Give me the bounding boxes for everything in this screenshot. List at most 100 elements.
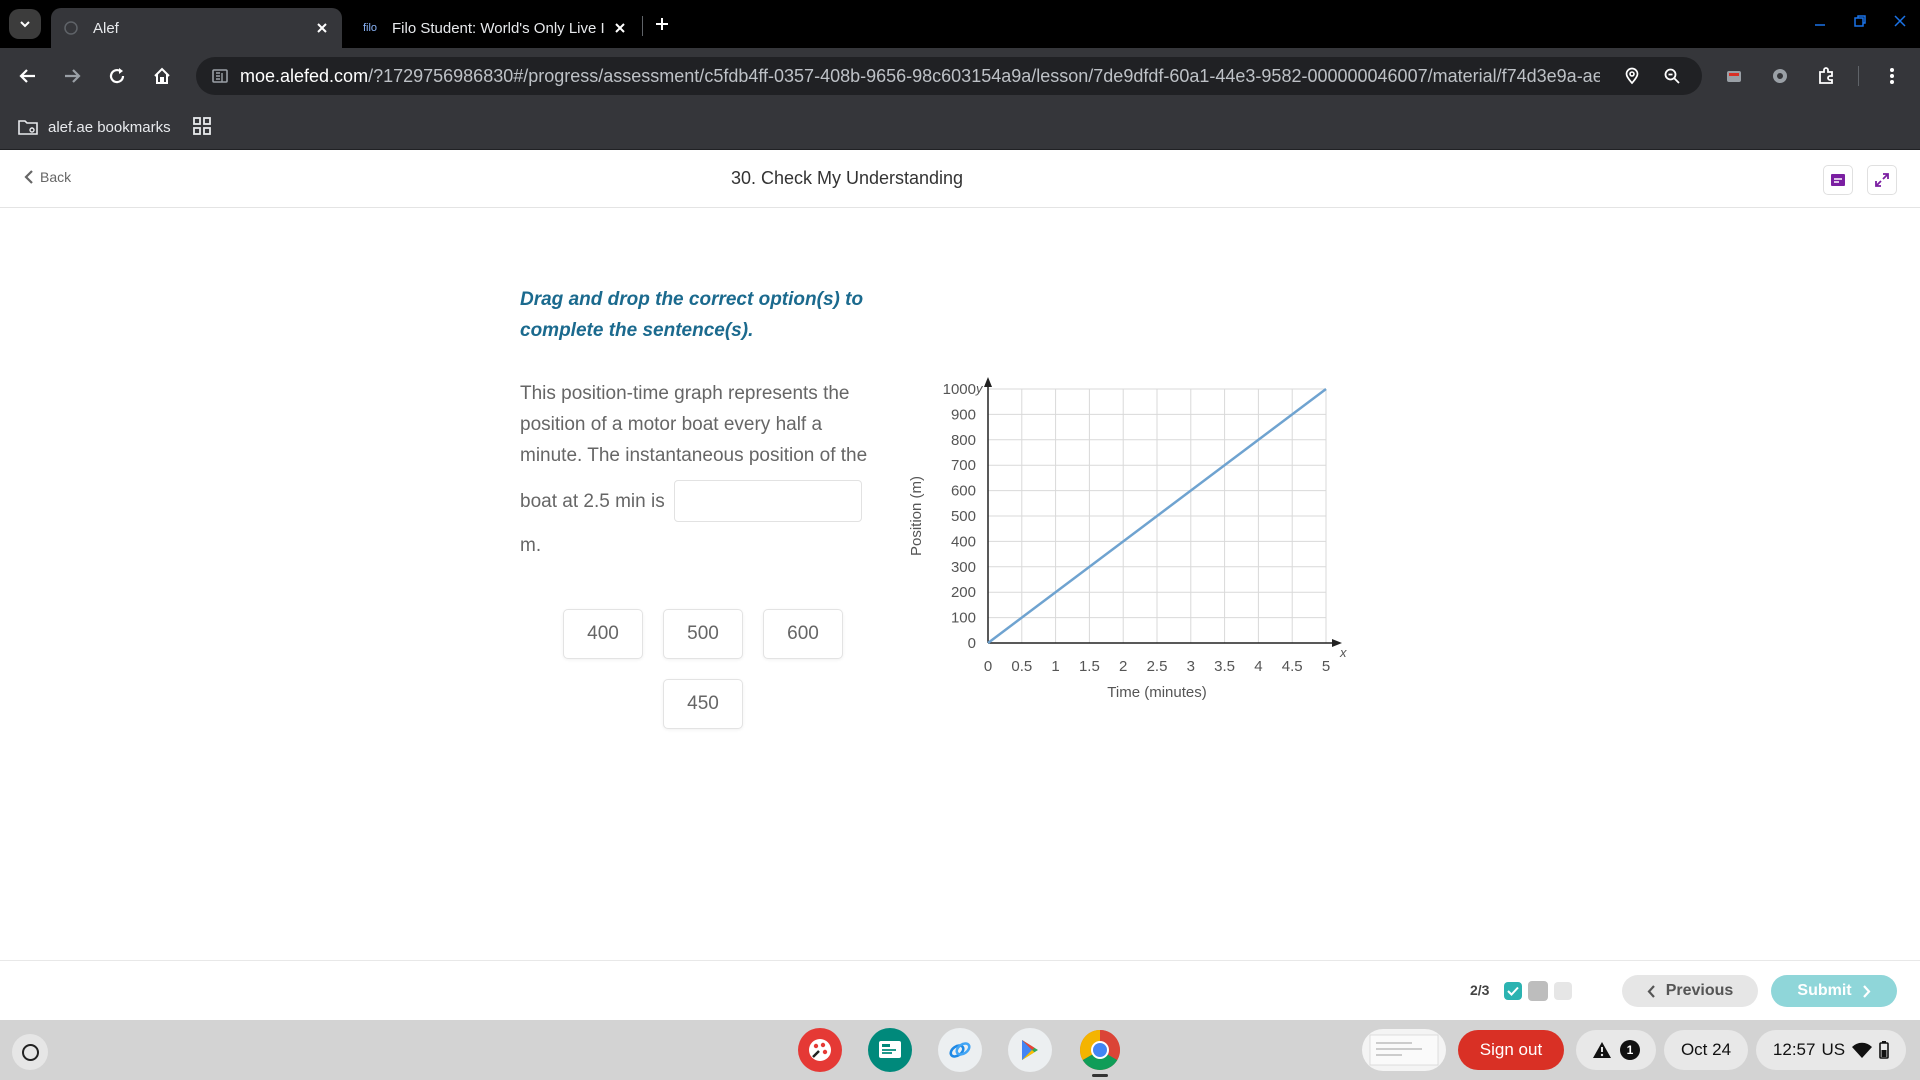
x-tick-label: 1: [1051, 658, 1059, 675]
x-tick-label: 4.5: [1282, 658, 1303, 675]
y-tick-label: 1000: [943, 381, 976, 398]
assessment-footer: 2/3 Previous Submit: [0, 960, 1920, 1020]
y-tick-label: 800: [951, 432, 976, 449]
more-menu-icon[interactable]: [1878, 62, 1906, 90]
x-tick-label: 1.5: [1079, 658, 1100, 675]
restore-icon[interactable]: [1849, 10, 1871, 32]
y-tick-label: 200: [951, 584, 976, 601]
fullscreen-expand-icon[interactable]: [1867, 165, 1897, 195]
y-tick-label: 400: [951, 533, 976, 550]
progress-pending-box: [1554, 982, 1572, 1000]
filo-favicon-icon: filo: [362, 22, 378, 34]
reload-icon[interactable]: [103, 62, 131, 90]
running-app-indicator: [1092, 1074, 1108, 1077]
status-tray[interactable]: 12:57 US: [1756, 1030, 1906, 1070]
home-icon[interactable]: [148, 62, 176, 90]
y-axis-arrow-icon: [984, 377, 992, 387]
bookmark-label: alef.ae bookmarks: [48, 118, 171, 136]
os-shelf: Sign out 1 Oct 24 12:57 US: [0, 1020, 1920, 1080]
y-tick-label: 100: [951, 610, 976, 627]
close-tab-icon[interactable]: [310, 16, 334, 40]
warning-icon: [1593, 1042, 1611, 1058]
option-chip-450[interactable]: 450: [663, 679, 743, 729]
sign-out-button[interactable]: Sign out: [1458, 1030, 1564, 1070]
option-chip-500[interactable]: 500: [663, 609, 743, 659]
page-title: 30. Check My Understanding: [730, 168, 964, 188]
date-tray[interactable]: Oct 24: [1664, 1030, 1748, 1070]
managed-folder-icon: [18, 120, 38, 135]
previous-button[interactable]: Previous: [1622, 975, 1758, 1007]
bookmark-folder-alef[interactable]: alef.ae bookmarks: [18, 116, 171, 138]
y-tick-label: 300: [951, 559, 976, 576]
y-tick-label: 900: [951, 406, 976, 423]
window-thumbnail[interactable]: [1362, 1029, 1446, 1071]
notification-count: 1: [1620, 1040, 1640, 1060]
wifi-icon: [1852, 1042, 1873, 1058]
chevron-down-icon: [20, 21, 30, 28]
option-chip-400[interactable]: 400: [563, 609, 643, 659]
launcher-button[interactable]: [12, 1034, 48, 1070]
y-tick-label: 500: [951, 508, 976, 525]
y-tick-label: 700: [951, 457, 976, 474]
address-bar[interactable]: moe.alefed.com/?1729756986830#/progress/…: [196, 57, 1702, 95]
alef-favicon-icon: [63, 20, 79, 36]
answer-drop-zone[interactable]: [673, 480, 862, 522]
browser-toolbar: moe.alefed.com/?1729756986830#/progress/…: [0, 48, 1920, 102]
x-tick-label: 3: [1187, 658, 1195, 675]
play-store-icon[interactable]: [1008, 1028, 1052, 1072]
chevron-right-icon: [1862, 984, 1871, 998]
zoom-icon[interactable]: [1660, 64, 1684, 88]
site-info-icon[interactable]: [208, 64, 232, 88]
url-text: moe.alefed.com/?1729756986830#/progress/…: [240, 66, 1600, 86]
progress-current-box: [1528, 981, 1548, 1001]
chevron-left-icon: [1647, 984, 1655, 998]
locale-label: US: [1821, 1040, 1846, 1059]
x-tick-label: 2.5: [1147, 658, 1168, 675]
location-icon[interactable]: [1620, 64, 1644, 88]
progress-check-icon: [1504, 982, 1522, 1000]
new-tab-icon[interactable]: [650, 12, 674, 36]
classroom-app-icon[interactable]: [868, 1028, 912, 1072]
extension-circle-icon[interactable]: [1766, 62, 1794, 90]
close-tab-icon[interactable]: [608, 16, 632, 40]
x-tick-label: 4: [1254, 658, 1262, 675]
battery-icon: [1879, 1041, 1889, 1059]
apps-grid-icon[interactable]: [192, 116, 212, 136]
immersive-reader-icon[interactable]: [1823, 165, 1853, 195]
question-text: This position-time graph represents the …: [520, 383, 868, 556]
extension-cast-icon[interactable]: [1720, 62, 1748, 90]
extensions-puzzle-icon[interactable]: [1812, 62, 1840, 90]
x-tick-label: 3.5: [1214, 658, 1235, 675]
time-label: 12:57: [1772, 1040, 1816, 1059]
tab-alef[interactable]: Alef: [51, 8, 342, 48]
tab-title: Alef: [93, 19, 119, 37]
canvas-app-icon[interactable]: [798, 1028, 842, 1072]
forward-arrow-icon[interactable]: [58, 62, 86, 90]
tab-search-button[interactable]: [9, 9, 41, 39]
position-time-chart: x y 0 0.5 1 1.5 2 2.5 3 3.5 4 4.5 5 0 100 200 300 400 500 6…: [908, 377, 1347, 701]
lesson-header: Back 30. Check My Understanding: [0, 151, 1920, 208]
y-tick-label: 0: [968, 635, 976, 652]
x-axis-label: Time (minutes): [1107, 684, 1206, 701]
launcher-circle-icon: [21, 1043, 39, 1061]
chrome-icon[interactable]: [1078, 1028, 1122, 1072]
back-arrow-icon[interactable]: [14, 62, 42, 90]
submit-button[interactable]: Submit: [1771, 975, 1897, 1007]
tab-filo[interactable]: filo Filo Student: World's Only Live I: [350, 8, 640, 48]
x-tick-label: 2: [1119, 658, 1127, 675]
question-instruction: Drag and drop the correct option(s) to c…: [520, 289, 864, 341]
y-axis-name: y: [975, 381, 984, 396]
option-chip-600[interactable]: 600: [763, 609, 843, 659]
bookmarks-bar: alef.ae bookmarks: [0, 102, 1920, 150]
notifications-tray[interactable]: 1: [1576, 1030, 1656, 1070]
minimize-icon[interactable]: [1809, 10, 1831, 32]
browser-tab-strip: Alef filo Filo Student: World's Only Liv…: [0, 0, 1920, 48]
x-tick-label: 0: [984, 658, 992, 675]
progress-indicator: 2/3: [1470, 982, 1490, 998]
toolbar-divider: [1858, 66, 1859, 86]
chain-app-icon[interactable]: [938, 1028, 982, 1072]
close-window-icon[interactable]: [1889, 10, 1911, 32]
x-tick-label: 0.5: [1011, 658, 1032, 675]
x-axis-name: x: [1339, 645, 1347, 660]
y-axis-label: Position (m): [908, 476, 925, 556]
